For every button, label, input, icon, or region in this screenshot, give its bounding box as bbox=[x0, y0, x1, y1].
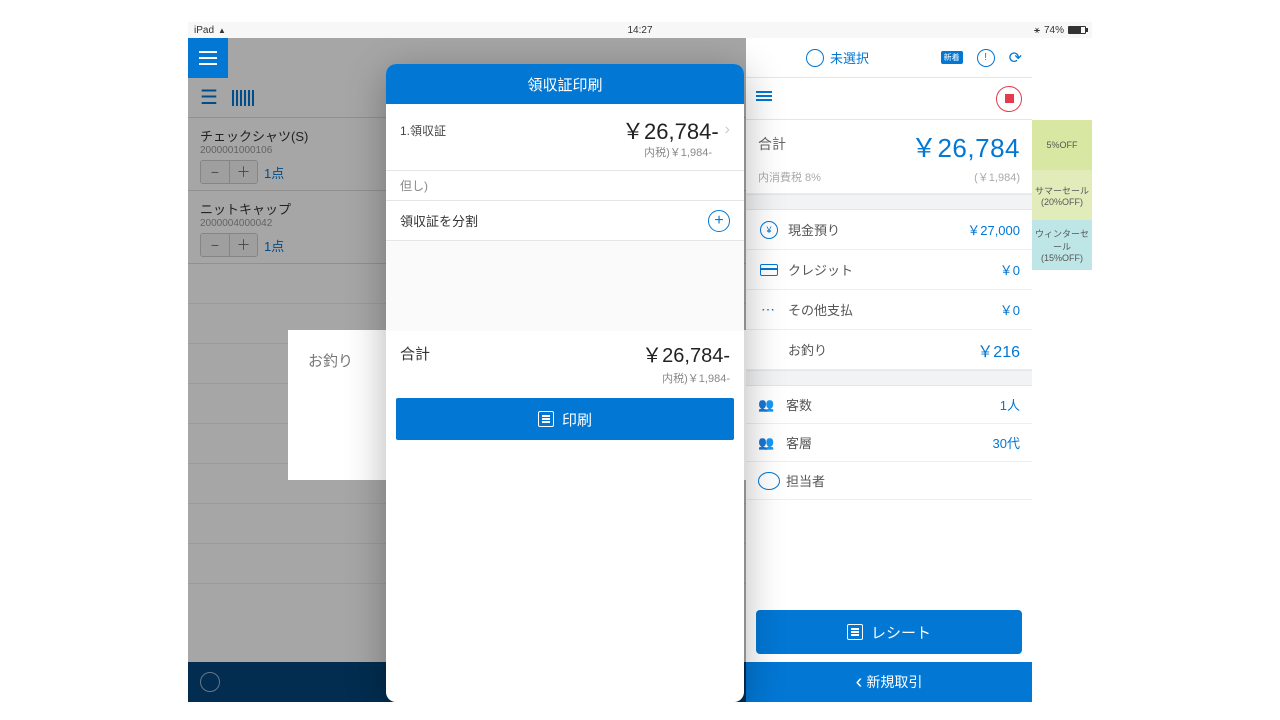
discount-badge[interactable]: ウィンターセール(15%OFF) bbox=[1032, 220, 1092, 270]
plus-icon: + bbox=[708, 210, 730, 232]
receipt-button[interactable]: レシート bbox=[756, 610, 1022, 654]
split-receipt[interactable]: 領収証を分割 + bbox=[386, 201, 744, 241]
refresh-icon[interactable]: ⟳ bbox=[1009, 48, 1022, 68]
total-label: 合計 bbox=[758, 134, 786, 165]
pay-other[interactable]: ⋯その他支払￥0 bbox=[746, 290, 1032, 330]
hamburger-icon bbox=[199, 57, 217, 59]
change-label: お釣り bbox=[308, 353, 353, 370]
total-value: ￥26,784 bbox=[911, 128, 1020, 165]
device-label: iPad bbox=[194, 25, 214, 36]
discount-badges: 5%OFF サマーセール(20%OFF) ウィンターセール(15%OFF) bbox=[1032, 38, 1092, 702]
dots-icon: ⋯ bbox=[758, 299, 780, 321]
people-icon: 👥 bbox=[758, 435, 780, 451]
info-icon[interactable]: ! bbox=[977, 49, 995, 67]
battery-icon bbox=[1068, 26, 1086, 34]
modal-total-label: 合計 bbox=[400, 343, 430, 368]
status-bar: iPad 14:27 ⚹ 74% bbox=[188, 22, 1092, 38]
receipt-row[interactable]: 1.領収証 ￥26,784- › 内税)￥1,984- bbox=[386, 104, 744, 171]
user-icon bbox=[758, 472, 780, 490]
bluetooth-icon: ⚹ bbox=[1034, 25, 1040, 36]
summary-panel: 未選択 新着 ! ⟳ 合計 ￥26,784 内消費税 8% bbox=[746, 38, 1092, 702]
meta-customers[interactable]: 👥客数1人 bbox=[746, 386, 1032, 424]
modal-total-value: ￥26,784- bbox=[642, 339, 730, 368]
menu-button[interactable] bbox=[188, 38, 228, 78]
receipt-print-dialog: 領収証印刷 1.領収証 ￥26,784- › 内税)￥1,984- 但し) 領収… bbox=[386, 64, 744, 702]
modal-total-tax: 内税)￥1,984- bbox=[386, 370, 744, 394]
receipt-icon bbox=[847, 624, 863, 640]
status-time: 14:27 bbox=[627, 25, 652, 36]
tax-label: 内消費税 8% bbox=[758, 169, 821, 185]
dialog-title: 領収証印刷 bbox=[386, 64, 744, 104]
pay-cash[interactable]: ¥現金預り￥27,000 bbox=[746, 210, 1032, 250]
user-icon bbox=[806, 49, 824, 67]
discount-badge[interactable]: 5%OFF bbox=[1032, 120, 1092, 170]
stop-button[interactable] bbox=[996, 86, 1022, 112]
receipt-amount: ￥26,784- bbox=[622, 114, 719, 146]
customer-select[interactable]: 未選択 bbox=[806, 48, 869, 67]
meta-segment[interactable]: 👥客層30代 bbox=[746, 424, 1032, 462]
discount-badge[interactable]: サマーセール(20%OFF) bbox=[1032, 170, 1092, 220]
print-icon bbox=[538, 411, 554, 427]
card-icon bbox=[760, 264, 778, 276]
battery-pct: 74% bbox=[1044, 25, 1064, 36]
proviso-field[interactable]: 但し) bbox=[386, 171, 744, 201]
print-button[interactable]: 印刷 bbox=[396, 398, 734, 440]
change-row: お釣り￥216 bbox=[746, 330, 1032, 370]
pay-credit[interactable]: クレジット￥0 bbox=[746, 250, 1032, 290]
meta-staff[interactable]: 担当者 bbox=[746, 462, 1032, 500]
tax-value: (￥1,984) bbox=[974, 169, 1020, 185]
stop-icon bbox=[1005, 94, 1014, 103]
people-icon: 👥 bbox=[758, 397, 780, 413]
receipt-label: 1.領収証 bbox=[400, 122, 446, 139]
receipt-tax: 内税)￥1,984- bbox=[400, 144, 730, 160]
chevron-right-icon: › bbox=[725, 121, 730, 139]
sort-icon[interactable] bbox=[756, 89, 772, 108]
new-transaction-button[interactable]: 新規取引 bbox=[746, 662, 1032, 702]
new-badge: 新着 bbox=[941, 51, 963, 64]
wifi-icon bbox=[218, 25, 226, 36]
yen-icon: ¥ bbox=[760, 221, 778, 239]
